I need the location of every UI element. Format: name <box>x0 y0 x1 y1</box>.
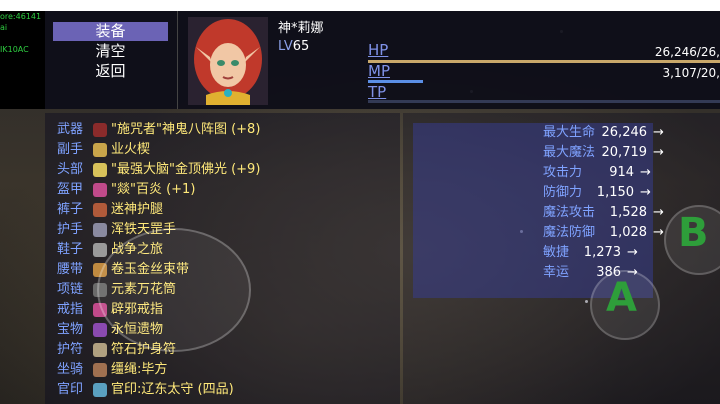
equipment-row[interactable]: 裤子 迷神护腿 <box>57 201 163 219</box>
equipment-slot-label: 护手 <box>57 222 84 237</box>
equipment-slot-label: 坐骑 <box>57 362 84 377</box>
stat-row: 敏捷 1,273 → <box>543 243 638 262</box>
a-button-label: A <box>606 275 637 321</box>
character-level: LV65 <box>278 39 309 54</box>
armor-icon <box>93 182 107 197</box>
equipment-item-name: 迷神护腿 <box>111 202 164 217</box>
level-label: LV <box>278 39 293 54</box>
menu-item-clear[interactable]: 清空 <box>53 42 168 61</box>
equipment-slot-label: 头部 <box>57 162 84 177</box>
virtual-joystick[interactable] <box>97 228 251 352</box>
right-arrow-icon: → <box>653 125 664 140</box>
stat-row: 最大生命 26,246 → <box>543 123 664 142</box>
stat-value: 1,273 <box>583 245 622 260</box>
stat-value: 26,246 <box>601 125 648 140</box>
equipment-slot-label: 护符 <box>57 342 84 357</box>
boots-icon <box>93 242 107 257</box>
right-arrow-icon: → <box>653 205 664 220</box>
equipment-row[interactable]: 武器 "施咒者"神鬼八阵图 (+8) <box>57 121 260 139</box>
hp-gauge <box>368 60 720 63</box>
debug-line: IK10AC <box>0 45 29 54</box>
b-button-label: B <box>678 210 709 256</box>
right-arrow-icon: → <box>640 185 651 200</box>
equipment-slot-label: 副手 <box>57 142 84 157</box>
equipment-row[interactable]: 坐骑 缰绳:毕方 <box>57 361 167 379</box>
amulet-icon <box>93 342 107 357</box>
equipment-row[interactable]: 头部 "最强大脑"金顶佛光 (+9) <box>57 161 260 179</box>
equipment-slot-label: 武器 <box>57 122 84 137</box>
helmet-icon <box>93 162 107 177</box>
equipment-slot-label: 项链 <box>57 282 84 297</box>
stat-label: 防御力 <box>543 185 583 200</box>
equipment-slot-label: 戒指 <box>57 302 84 317</box>
mp-label: MP <box>368 62 390 80</box>
stat-value: 20,719 <box>601 145 648 160</box>
debug-line: ai <box>0 23 8 32</box>
debug-line <box>0 33 45 44</box>
character-portrait <box>188 17 268 105</box>
right-arrow-icon: → <box>640 165 651 180</box>
debug-line: ore:46141 <box>0 12 42 21</box>
stat-label: 最大魔法 <box>543 145 596 160</box>
character-status-panel: 神*莉娜 LV65 HP 26,246/26, MP 3,107/20, TP <box>178 11 720 109</box>
stat-label: 敏捷 <box>543 245 570 260</box>
equipment-item-name: 业火楔 <box>111 142 151 157</box>
equipment-slot-label: 盔甲 <box>57 182 84 197</box>
hp-label: HP <box>368 41 389 59</box>
stat-row: 最大魔法 20,719 → <box>543 143 664 162</box>
stat-label: 攻击力 <box>543 165 583 180</box>
command-menu: 装备 清空 返回 <box>45 11 178 109</box>
pants-icon <box>93 202 107 217</box>
gloves-icon <box>93 222 107 237</box>
stat-row: 攻击力 914 → <box>543 163 651 182</box>
stat-value: 914 <box>609 165 635 180</box>
right-arrow-icon: → <box>653 225 664 240</box>
equipment-item-name: "燚"百炎 (+1) <box>111 182 196 197</box>
stat-label: 最大生命 <box>543 125 596 140</box>
equipment-row[interactable]: 副手 业火楔 <box>57 141 150 159</box>
equipment-item-name: 缰绳:毕方 <box>111 362 168 377</box>
debug-sidebar: ore:46141 ai IK10AC <box>0 11 45 109</box>
seal-icon <box>93 382 107 397</box>
menu-item-equip[interactable]: 装备 <box>53 22 168 41</box>
equipment-slot-label: 鞋子 <box>57 242 84 257</box>
hp-value: 26,246/26, <box>654 45 720 59</box>
equipment-item-name: "施咒者"神鬼八阵图 (+8) <box>111 122 261 137</box>
stat-label: 魔法攻击 <box>543 205 596 220</box>
equipment-row[interactable]: 盔甲 "燚"百炎 (+1) <box>57 181 195 199</box>
stat-label: 幸运 <box>543 265 570 280</box>
right-arrow-icon: → <box>653 145 664 160</box>
equipment-item-name: 官印:辽东太守 (四品) <box>111 382 234 397</box>
equipment-slot-label: 官印 <box>57 382 84 397</box>
wand-icon <box>93 142 107 157</box>
character-name: 神*莉娜 <box>278 21 324 36</box>
mount-icon <box>93 362 107 377</box>
menu-item-back[interactable]: 返回 <box>53 62 168 81</box>
stat-row: 防御力 1,150 → <box>543 183 651 202</box>
tp-label: TP <box>368 83 387 101</box>
equipment-slot-label: 腰带 <box>57 262 84 277</box>
treasure-icon <box>93 322 107 337</box>
right-arrow-icon: → <box>627 245 638 260</box>
stat-row: 魔法攻击 1,528 → <box>543 203 664 222</box>
stat-value: 1,028 <box>609 225 648 240</box>
weapon-icon <box>93 122 107 137</box>
stat-value: 1,528 <box>609 205 648 220</box>
level-value: 65 <box>292 39 310 54</box>
equipment-slot-label: 宝物 <box>57 322 84 337</box>
top-status-strip <box>0 0 720 11</box>
tp-gauge <box>368 100 720 103</box>
mp-value: 3,107/20, <box>662 66 720 80</box>
equipment-slot-label: 裤子 <box>57 202 84 217</box>
stat-row: 魔法防御 1,028 → <box>543 223 664 242</box>
equipment-row[interactable]: 官印 官印:辽东太守 (四品) <box>57 381 234 399</box>
equipment-item-name: "最强大脑"金顶佛光 (+9) <box>111 162 261 177</box>
stat-label: 魔法防御 <box>543 225 596 240</box>
stat-value: 1,150 <box>596 185 635 200</box>
